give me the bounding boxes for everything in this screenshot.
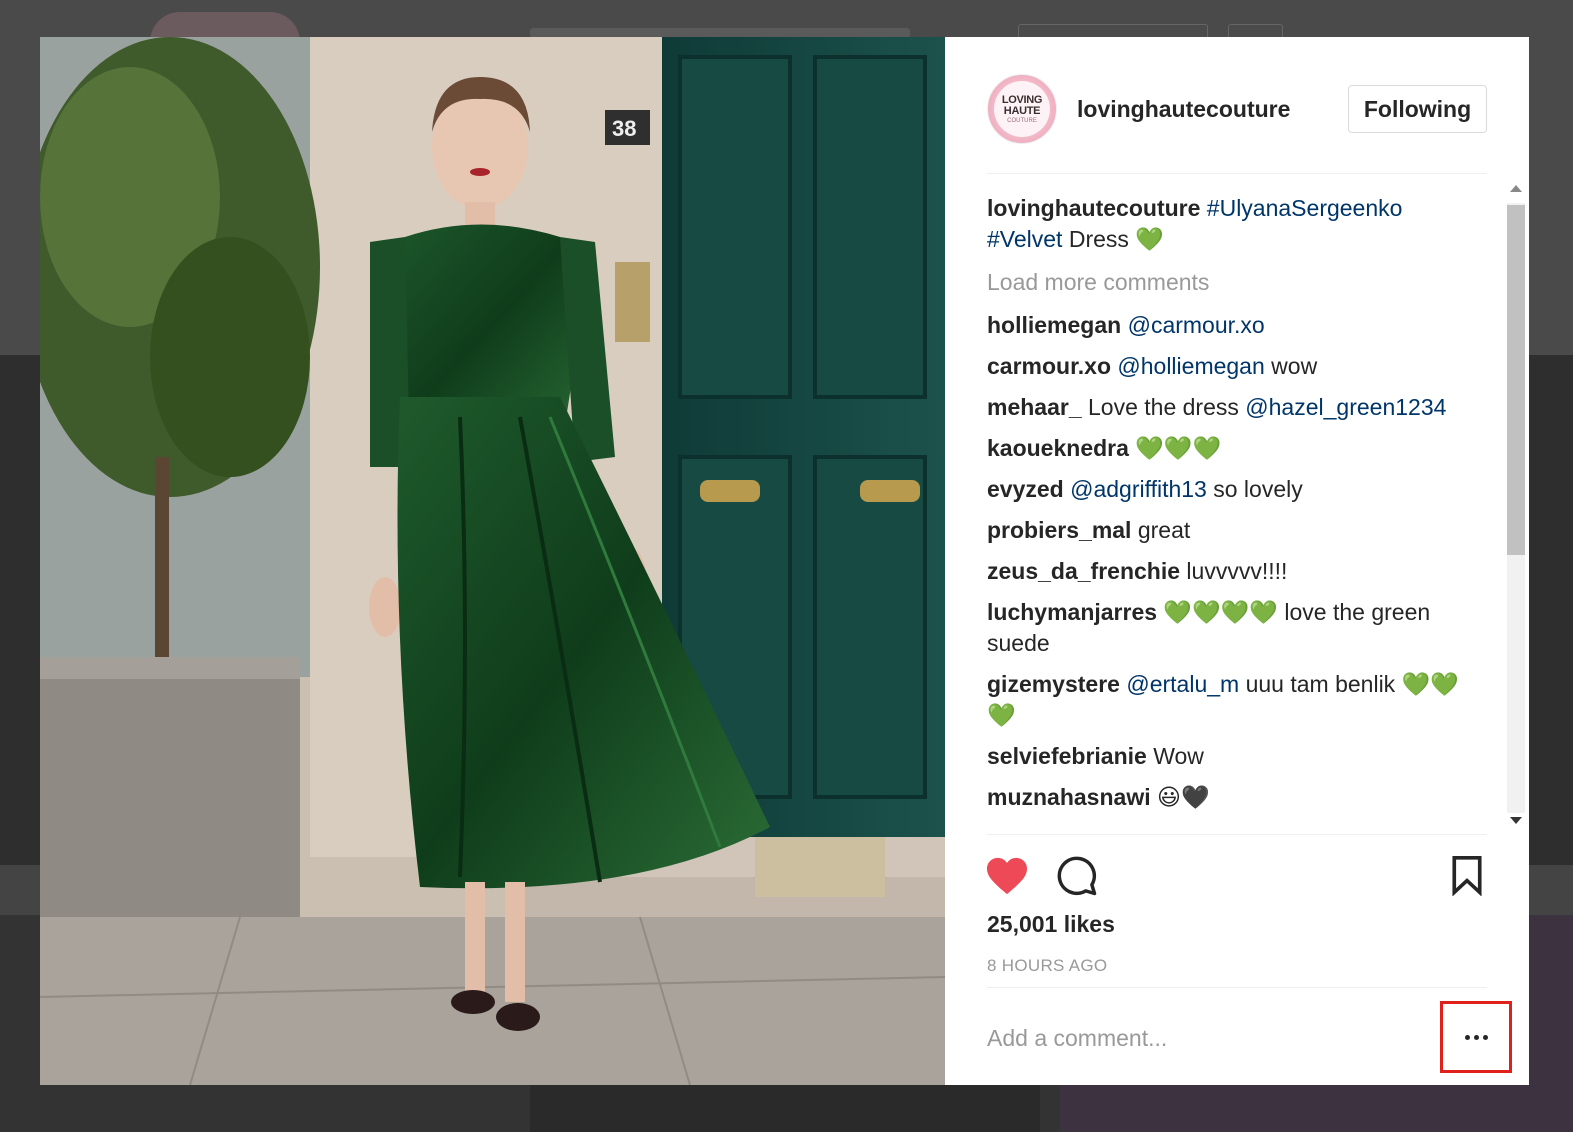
comments-scrollbar[interactable] <box>1500 177 1528 832</box>
hashtag-link[interactable]: #Velvet <box>987 226 1062 252</box>
comment-username[interactable]: carmour.xo <box>987 353 1111 379</box>
avatar-logo: LOVING HAUTE COUTURE <box>994 81 1050 137</box>
more-options-button[interactable] <box>1440 1001 1512 1073</box>
caption-username[interactable]: lovinghautecouture <box>987 195 1200 221</box>
more-options-icon <box>1464 1034 1488 1040</box>
comment-username[interactable]: kaoueknedra <box>987 435 1129 461</box>
comment-item: holliemegan @carmour.xo <box>987 310 1499 341</box>
mention-link[interactable]: @hazel_green1234 <box>1245 394 1446 420</box>
comment-username[interactable]: mehaar_ <box>987 394 1082 420</box>
post-header: LOVING HAUTE COUTURE lovinghautecouture … <box>987 69 1487 149</box>
post-photo: 38 <box>40 37 945 1085</box>
comment-item: carmour.xo @holliemegan wow <box>987 351 1499 382</box>
dot <box>1464 1034 1470 1040</box>
save-button[interactable] <box>1443 852 1491 900</box>
post-details-panel: LOVING HAUTE COUTURE lovinghautecouture … <box>945 37 1529 1085</box>
divider <box>987 987 1487 988</box>
comment-item: gizemystere @ertalu_m uuu tam benlik 💚💚💚 <box>987 669 1499 731</box>
comment-item: selviefebrianie Wow <box>987 741 1499 772</box>
post-actions <box>987 852 1487 902</box>
post-timestamp: 8 HOURS AGO <box>987 956 1108 975</box>
scroll-up-arrow-icon[interactable] <box>1510 185 1522 192</box>
comment-item: muznahasnawi 😃🖤 <box>987 782 1499 813</box>
avatar-text: COUTURE <box>1007 117 1037 124</box>
comment-text: Love the dress <box>1081 394 1246 420</box>
mention-link[interactable]: @holliemegan <box>1117 353 1264 379</box>
svg-text:38: 38 <box>612 116 636 141</box>
divider <box>987 834 1487 835</box>
mention-link[interactable]: @carmour.xo <box>1128 312 1265 338</box>
mention-link[interactable]: @ertalu_m <box>1126 671 1239 697</box>
heart-icon <box>987 857 1027 895</box>
caption-text: Dress <box>1062 226 1136 252</box>
post-image: 38 <box>40 37 945 1085</box>
avatar-text: HAUTE <box>1003 104 1041 117</box>
comment-item: probiers_mal great <box>987 515 1499 546</box>
comment-username[interactable]: probiers_mal <box>987 517 1131 543</box>
comment-text: great <box>1131 517 1191 543</box>
comment-username[interactable]: zeus_da_frenchie <box>987 558 1180 584</box>
comment-emoji: 😃🖤 <box>1150 784 1210 810</box>
mention-link[interactable]: @adgriffith13 <box>1070 476 1207 502</box>
dot <box>1473 1034 1479 1040</box>
background-button <box>1228 24 1283 38</box>
comment-text: wow <box>1264 353 1318 379</box>
scrollbar-thumb[interactable] <box>1507 205 1525 555</box>
comment-bubble-icon <box>1057 856 1097 896</box>
comment-text: so lovely <box>1206 476 1303 502</box>
like-button[interactable] <box>983 852 1031 900</box>
comment-username[interactable]: gizemystere <box>987 671 1120 697</box>
green-heart-emoji: 💚💚💚💚 <box>1157 599 1278 625</box>
comment-username[interactable]: muznahasnawi <box>987 784 1151 810</box>
header-username[interactable]: lovinghautecouture <box>1077 96 1348 123</box>
comment-username[interactable]: selviefebrianie <box>987 743 1147 769</box>
add-comment-input[interactable] <box>987 1017 1387 1059</box>
post-modal: 38 LOVING HAUTE COUTURE lovinghautecoutu… <box>40 37 1529 1085</box>
comment-item: kaoueknedra 💚💚💚 <box>987 433 1499 464</box>
comment-item: luchymanjarres 💚💚💚💚 love the green suede <box>987 597 1499 659</box>
dot <box>1482 1034 1488 1040</box>
green-heart-emoji: 💚 <box>1135 226 1164 252</box>
comment-button[interactable] <box>1053 852 1101 900</box>
following-button[interactable]: Following <box>1348 85 1487 133</box>
comment-username[interactable]: luchymanjarres <box>987 599 1157 625</box>
comment-text: luvvvvv!!!! <box>1180 558 1288 584</box>
load-more-comments-link[interactable]: Load more comments <box>987 267 1499 298</box>
comments-list: lovinghautecouture #UlyanaSergeenko #Vel… <box>987 187 1499 827</box>
comment-text: Wow <box>1146 743 1204 769</box>
post-caption: lovinghautecouture #UlyanaSergeenko #Vel… <box>987 193 1499 255</box>
comment-username[interactable]: evyzed <box>987 476 1064 502</box>
green-heart-emoji: 💚💚💚 <box>1128 435 1222 461</box>
comment-item: mehaar_ Love the dress @hazel_green1234 <box>987 392 1499 423</box>
hashtag-link[interactable]: #UlyanaSergeenko <box>1207 195 1403 221</box>
likes-count[interactable]: 25,001 likes <box>987 911 1115 938</box>
avatar[interactable]: LOVING HAUTE COUTURE <box>987 74 1057 144</box>
divider <box>987 173 1487 174</box>
scroll-down-arrow-icon[interactable] <box>1510 817 1522 824</box>
comment-username[interactable]: holliemegan <box>987 312 1121 338</box>
comment-text: uuu tam benlik <box>1239 671 1402 697</box>
comment-item: zeus_da_frenchie luvvvvv!!!! <box>987 556 1499 587</box>
avatar-text: LOVING <box>1001 93 1043 106</box>
bookmark-icon <box>1452 856 1482 896</box>
background-button <box>1018 24 1208 38</box>
comment-item: evyzed @adgriffith13 so lovely <box>987 474 1499 505</box>
